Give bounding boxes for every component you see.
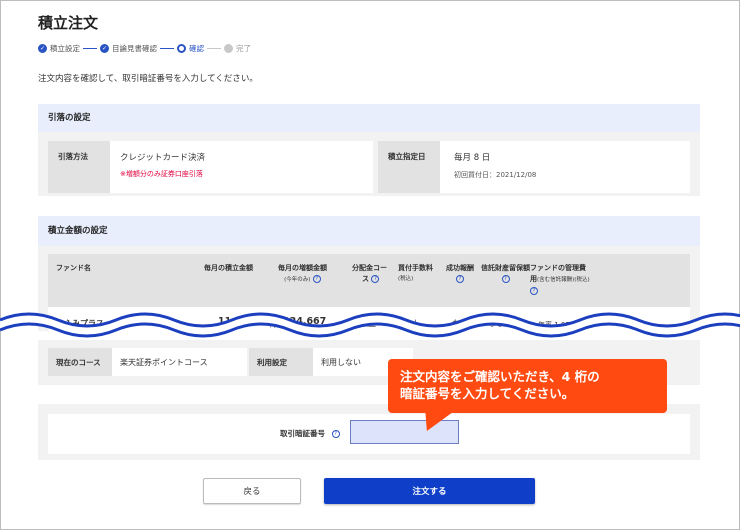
col-management-note: (含む信託報酬)(税込) [537,277,590,283]
question-circle-icon[interactable]: ? [371,275,380,283]
back-button[interactable]: 戻る [203,478,301,504]
col-course: 分配金コー ス ? [352,263,387,285]
section-heading: 引落の設定 [38,104,700,132]
col-increase-label: 毎月の増額金額 [278,264,327,272]
col-course-label-b: ス [362,275,369,283]
question-circle-icon[interactable]: ? [331,430,340,438]
method-value: クレジットカード決済 [120,153,206,163]
pending-step-icon [224,44,233,53]
accumulation-date: 積立指定日 毎月 8 日 初回買付日：2021/12/08 [378,141,690,193]
withdrawal-method: 引落方法 クレジットカード決済 ※増額分のみ証券口座引落 [48,141,373,193]
callout-line-1: 注文内容をご確認いただき、4 桁の [400,369,600,384]
date-value: 毎月 8 日 [454,153,491,163]
step-label: 目論見書確認 [112,44,157,53]
pin-label-text: 取引暗証番号 [280,429,325,438]
col-fee: 買付手数料 (税込) [398,263,433,285]
question-circle-icon[interactable]: ? [456,275,464,283]
step-label: 完了 [236,44,251,53]
question-circle-icon[interactable]: ? [501,275,510,283]
step-label: 積立設定 [50,44,80,53]
col-increase-sub: (今年のみ) [284,277,311,283]
col-management-label-a: ファンドの管理費 [530,264,586,272]
check-circle-icon: ✓ [38,44,47,53]
step-settings: ✓ 積立設定 [38,43,80,54]
course-value: 楽天証券ポイントコース [112,348,247,376]
use-setting-label: 利用設定 [249,348,313,376]
step-label: 確認 [189,44,204,53]
step-confirm: 確認 [177,43,204,54]
step-connector [207,47,221,50]
course-label: 現在のコース [48,348,112,376]
check-circle-icon: ✓ [100,44,109,53]
callout-bubble: 注文内容をご確認いただき、4 桁の 暗証番号を入力してください。 [388,359,667,413]
method-label: 引落方法 [48,141,110,193]
instruction-text: 注文内容を確認して、取引暗証番号を入力してください。 [38,74,258,84]
col-reserve: 信託財産留保額 ? [481,263,530,285]
col-management: ファンドの管理費 用(含む信託報酬)(税込) ? [530,263,590,297]
col-reserve-label: 信託財産留保額 [481,264,530,272]
callout-line-2: 暗証番号を入力してください。 [400,386,575,401]
col-increase: 毎月の増額金額 (今年のみ) ? [278,263,327,286]
section-heading: 積立金額の設定 [38,216,700,246]
page-title: 積立注文 [38,14,99,32]
method-note: ※増額分のみ証券口座引落 [120,170,203,178]
first-purchase-date: 初回買付日：2021/12/08 [454,171,537,179]
col-monthly: 毎月の積立金額 [204,264,253,272]
withdrawal-section: 引落の設定 引落方法 クレジットカード決済 ※増額分のみ証券口座引落 積立指定日… [38,104,700,196]
col-reward-label: 成功報酬 [446,264,474,272]
question-circle-icon[interactable]: ? [312,275,321,283]
col-fund: ファンド名 [56,264,91,272]
step-connector [160,47,174,50]
date-label: 積立指定日 [378,141,440,193]
col-reward: 成功報酬 ? [446,263,474,285]
step-complete: 完了 [224,43,251,54]
col-management-label-b: 用 [530,275,537,283]
col-fee-label: 買付手数料 [398,264,433,272]
question-circle-icon[interactable]: ? [530,287,538,295]
col-fee-sub: (税込) [398,276,414,282]
pin-box: 取引暗証番号 ? [48,414,690,454]
step-prospectus: ✓ 目論見書確認 [100,43,157,54]
order-button[interactable]: 注文する [324,478,535,504]
col-course-label-a: 分配金コー [352,264,387,272]
step-connector [83,47,97,50]
progress-steps: ✓ 積立設定 ✓ 目論見書確認 確認 完了 [38,43,251,54]
current-step-icon [177,44,186,53]
pin-label: 取引暗証番号 ? [280,428,340,439]
